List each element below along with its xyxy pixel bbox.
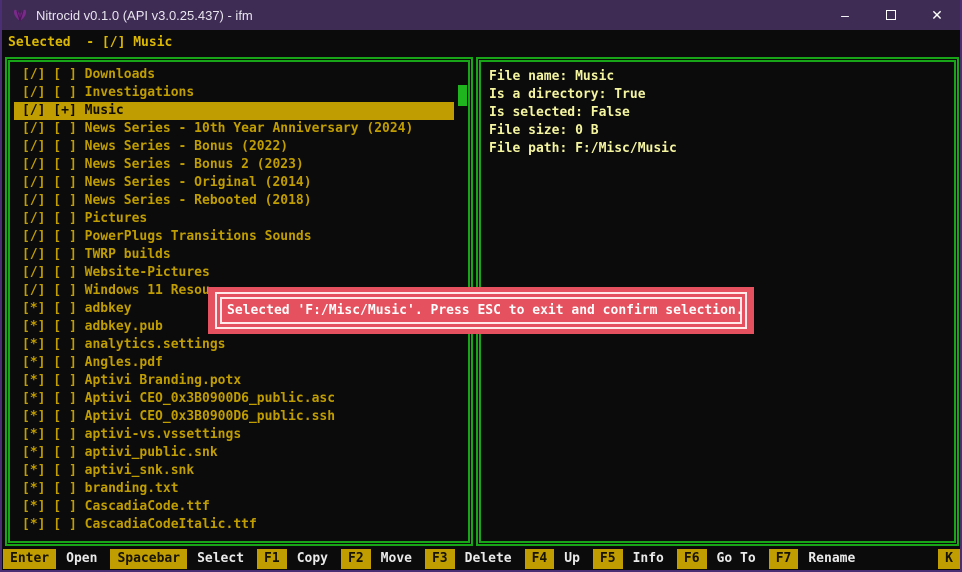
file-row[interactable]: [*] [ ] branding.txt — [14, 480, 454, 498]
keybinding-action: Rename — [808, 550, 855, 568]
keybinding-key: F7 — [769, 549, 799, 569]
selection-status: Selected - [/] Music — [8, 34, 172, 52]
file-row[interactable]: [/] [ ] Website-Pictures — [14, 264, 454, 282]
maximize-icon — [886, 10, 896, 20]
file-row[interactable]: [/] [ ] News Series - Original (2014) — [14, 174, 454, 192]
notification-message: Selected 'F:/Misc/Music'. Press ESC to e… — [227, 302, 744, 320]
file-row[interactable]: [*] [ ] CascadiaCodeItalic.ttf — [14, 516, 454, 534]
minimize-icon: – — [841, 7, 849, 23]
file-row[interactable]: [*] [ ] Aptivi CEO_0x3B0900D6_public.asc — [14, 390, 454, 408]
file-row[interactable]: [/] [ ] News Series - 10th Year Annivers… — [14, 120, 454, 138]
keybinding-f3[interactable]: F3 Delete — [425, 549, 512, 569]
keybinding-key: Enter — [3, 549, 56, 569]
app-window: Nitrocid v0.1.0 (API v3.0.25.437) - ifm … — [0, 0, 962, 572]
file-row[interactable]: [/] [ ] TWRP builds — [14, 246, 454, 264]
keybinding-action: Info — [633, 550, 664, 568]
keybinding-action: Up — [564, 550, 580, 568]
file-row[interactable]: [/] [ ] News Series - Bonus (2022) — [14, 138, 454, 156]
minimize-button[interactable]: – — [822, 0, 868, 30]
keybinding-key: F5 — [593, 549, 623, 569]
file-info-line: File name: Music — [489, 68, 946, 86]
file-row[interactable]: [*] [ ] analytics.settings — [14, 336, 454, 354]
keybinding-spacebar[interactable]: Spacebar Select — [110, 549, 244, 569]
terminal-screen: Selected - [/] Music [/] [ ] Downloads[/… — [2, 30, 960, 570]
file-row[interactable]: [/] [ ] Investigations — [14, 84, 454, 102]
keybinding-f7[interactable]: F7 Rename — [769, 549, 856, 569]
file-row[interactable]: [*] [ ] aptivi_public.snk — [14, 444, 454, 462]
keybinding-f5[interactable]: F5 Info — [593, 549, 664, 569]
scrollbar-thumb[interactable] — [458, 85, 467, 106]
close-button[interactable]: ✕ — [914, 0, 960, 30]
keybinding-f6[interactable]: F6 Go To — [677, 549, 756, 569]
keybinding-action: Go To — [717, 550, 756, 568]
app-icon — [12, 7, 28, 23]
keybinding-f2[interactable]: F2 Move — [341, 549, 412, 569]
file-info-line: File path: F:/Misc/Music — [489, 140, 946, 158]
file-row[interactable]: [*] [ ] aptivi-vs.vssettings — [14, 426, 454, 444]
keybinding-enter[interactable]: Enter Open — [3, 549, 97, 569]
keybinding-action: Copy — [297, 550, 328, 568]
keybinding-key: F1 — [257, 549, 287, 569]
keybinding-key: K — [938, 549, 960, 569]
titlebar[interactable]: Nitrocid v0.1.0 (API v3.0.25.437) - ifm … — [2, 0, 960, 30]
keybinding-key: Spacebar — [110, 549, 187, 569]
maximize-button[interactable] — [868, 0, 914, 30]
close-icon: ✕ — [931, 7, 943, 24]
keybinding-f1[interactable]: F1 Copy — [257, 549, 328, 569]
file-info-line: Is selected: False — [489, 104, 946, 122]
window-title: Nitrocid v0.1.0 (API v3.0.25.437) - ifm — [36, 8, 253, 23]
file-row[interactable]: [*] [ ] Aptivi CEO_0x3B0900D6_public.ssh — [14, 408, 454, 426]
file-row[interactable]: [*] [ ] Angles.pdf — [14, 354, 454, 372]
keybinding-key: F2 — [341, 549, 371, 569]
file-row[interactable]: [/] [ ] News Series - Bonus 2 (2023) — [14, 156, 454, 174]
file-row[interactable]: [/] [ ] PowerPlugs Transitions Sounds — [14, 228, 454, 246]
file-row[interactable]: [/] [ ] News Series - Rebooted (2018) — [14, 192, 454, 210]
file-row[interactable]: [*] [ ] aptivi_snk.snk — [14, 462, 454, 480]
file-row[interactable]: [/] [ ] Downloads — [14, 66, 454, 84]
keybinding-k[interactable]: K — [938, 549, 960, 569]
file-info-line: File size: 0 B — [489, 122, 946, 140]
file-info-line: Is a directory: True — [489, 86, 946, 104]
window-controls: – ✕ — [822, 0, 960, 30]
file-row[interactable]: [*] [ ] Aptivi Branding.potx — [14, 372, 454, 390]
file-row[interactable]: [*] [ ] CascadiaCode.ttf — [14, 498, 454, 516]
file-row[interactable]: [/] [+] Music — [14, 102, 454, 120]
keybindings-bar: Enter Open Spacebar Select F1 Copy F2 Move F3 Del… — [2, 548, 960, 570]
notification-popup: Selected 'F:/Misc/Music'. Press ESC to e… — [208, 287, 754, 334]
file-row[interactable]: [/] [ ] Pictures — [14, 210, 454, 228]
keybinding-action: Delete — [465, 550, 512, 568]
keybinding-action: Open — [66, 550, 97, 568]
keybinding-action: Select — [197, 550, 244, 568]
keybinding-key: F4 — [525, 549, 555, 569]
keybinding-action: Move — [381, 550, 412, 568]
notification-popup-border: Selected 'F:/Misc/Music'. Press ESC to e… — [215, 292, 747, 329]
keybinding-key: F6 — [677, 549, 707, 569]
keybinding-key: F3 — [425, 549, 455, 569]
keybinding-f4[interactable]: F4 Up — [525, 549, 580, 569]
